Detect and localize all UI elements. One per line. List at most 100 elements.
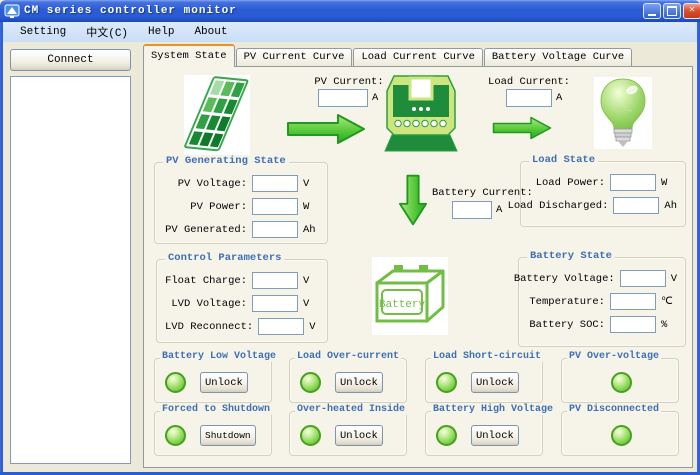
load-current-input[interactable]: [506, 89, 552, 107]
float-charge-label: Float Charge:: [165, 275, 247, 287]
battery-high-voltage-led-icon: [436, 425, 457, 446]
temperature-input[interactable]: [610, 293, 656, 310]
load-power-unit: W: [661, 177, 677, 189]
over-heated-inside-led-icon: [300, 425, 321, 446]
battery-current-input[interactable]: [452, 201, 492, 219]
pv-current-input[interactable]: [318, 89, 368, 107]
status-load-short-circuit: Load Short-circuit Unlock: [425, 358, 543, 403]
battery-current-label: Battery Current:: [432, 187, 542, 199]
maximize-icon: [667, 6, 677, 16]
lvd-reconnect-input[interactable]: [258, 318, 304, 335]
tab-system-state[interactable]: System State: [143, 44, 235, 67]
lvd-voltage-input[interactable]: [252, 295, 298, 312]
battery-soc-input[interactable]: [610, 316, 656, 333]
status-load-over-current: Load Over-current Unlock: [289, 358, 407, 403]
shutdown-button[interactable]: Shutdown: [200, 425, 256, 446]
light-bulb-icon: [594, 77, 652, 149]
tab-bar: System State PV Current Curve Load Curre…: [143, 46, 633, 67]
load-power-input[interactable]: [610, 174, 656, 191]
status-battery-low-voltage: Battery Low Voltage Unlock: [154, 358, 272, 403]
pv-power-label: PV Power:: [190, 201, 247, 213]
battery-low-voltage-led-icon: [165, 372, 186, 393]
menu-help[interactable]: Help: [139, 24, 183, 40]
menu-bar: Setting 中文(C) Help About: [3, 22, 697, 42]
pv-generated-input[interactable]: [252, 221, 298, 238]
status-forced-to-shutdown: Forced to Shutdown Shutdown: [154, 411, 272, 456]
over-heated-inside-title: Over-heated Inside: [295, 404, 407, 415]
battery-current-unit: A: [496, 204, 502, 216]
pv-current-unit: A: [372, 92, 378, 104]
load-power-label: Load Power:: [536, 177, 605, 189]
lvd-reconnect-label: LVD Reconnect:: [165, 321, 253, 333]
pv-generated-unit: Ah: [303, 224, 319, 236]
battery-state-title: Battery State: [527, 250, 615, 262]
connect-button[interactable]: Connect: [10, 49, 131, 71]
pv-disconnected-title: PV Disconnected: [567, 404, 661, 415]
battery-high-voltage-title: Battery High Voltage: [431, 404, 555, 415]
load-discharged-unit: Ah: [664, 200, 677, 212]
menu-about[interactable]: About: [185, 24, 236, 40]
load-discharged-input[interactable]: [613, 197, 659, 214]
battery-low-voltage-unlock-button[interactable]: Unlock: [200, 372, 248, 393]
over-heated-inside-unlock-button[interactable]: Unlock: [335, 425, 383, 446]
controller-icon: [384, 73, 458, 157]
load-over-current-unlock-button[interactable]: Unlock: [335, 372, 383, 393]
load-short-circuit-unlock-button[interactable]: Unlock: [471, 372, 519, 393]
status-over-heated-inside: Over-heated Inside Unlock: [289, 411, 407, 456]
tab-load-current-curve[interactable]: Load Current Curve: [353, 48, 482, 67]
window-border-left: [0, 22, 3, 475]
status-pv-disconnected: PV Disconnected: [561, 411, 679, 456]
system-state-panel: PV Current: A Load Current: A: [143, 66, 693, 468]
lvd-voltage-label: LVD Voltage:: [171, 298, 247, 310]
minimize-icon: [648, 14, 656, 16]
menu-language[interactable]: 中文(C): [77, 22, 137, 42]
controller-to-battery-arrow-icon: [398, 173, 428, 231]
controller-to-load-arrow-icon: [492, 113, 552, 147]
battery-soc-label: Battery SOC:: [529, 319, 605, 331]
tab-battery-voltage-curve[interactable]: Battery Voltage Curve: [484, 48, 632, 67]
forced-to-shutdown-title: Forced to Shutdown: [160, 404, 272, 415]
battery-soc-unit: %: [661, 319, 677, 331]
pv-over-voltage-led-icon: [611, 372, 632, 393]
pv-power-unit: W: [303, 201, 319, 213]
status-battery-high-voltage: Battery High Voltage Unlock: [425, 411, 543, 456]
pv-voltage-label: PV Voltage:: [178, 178, 247, 190]
float-charge-input[interactable]: [252, 272, 298, 289]
load-discharged-label: Load Discharged:: [508, 200, 609, 212]
load-state-group: Load State Load Power:W Load Discharged:…: [520, 161, 686, 227]
pv-to-controller-arrow-icon: [286, 112, 366, 150]
menu-setting[interactable]: Setting: [11, 24, 75, 40]
lvd-reconnect-unit: V: [309, 321, 319, 333]
battery-voltage-input[interactable]: [620, 270, 666, 287]
load-short-circuit-title: Load Short-circuit: [431, 351, 543, 362]
titlebar: CM series controller monitor ✕: [0, 0, 700, 22]
load-over-current-led-icon: [300, 372, 321, 393]
control-parameters-group: Control Parameters Float Charge:V LVD Vo…: [156, 259, 328, 343]
battery-icon-label: Battery: [379, 299, 426, 311]
device-list[interactable]: [10, 76, 131, 464]
load-state-title: Load State: [529, 154, 598, 166]
status-pv-over-voltage: PV Over-voltage: [561, 358, 679, 403]
close-button[interactable]: ✕: [683, 3, 700, 19]
pv-voltage-input[interactable]: [252, 175, 298, 192]
battery-high-voltage-unlock-button[interactable]: Unlock: [471, 425, 519, 446]
load-current-unit: A: [556, 92, 562, 104]
load-over-current-title: Load Over-current: [295, 351, 401, 362]
float-charge-unit: V: [303, 275, 319, 287]
pv-over-voltage-title: PV Over-voltage: [567, 351, 661, 362]
temperature-unit: ℃: [661, 295, 677, 308]
battery-icon: Battery: [372, 257, 448, 335]
pv-generating-state-title: PV Generating State: [163, 155, 289, 167]
pv-power-input[interactable]: [252, 198, 298, 215]
temperature-label: Temperature:: [529, 296, 605, 308]
app-window: CM series controller monitor ✕ Setting 中…: [0, 0, 700, 475]
solar-panel-icon: [184, 75, 250, 157]
battery-low-voltage-title: Battery Low Voltage: [160, 351, 278, 362]
window-title: CM series controller monitor: [24, 5, 237, 17]
minimize-button[interactable]: [643, 3, 661, 19]
pv-disconnected-led-icon: [611, 425, 632, 446]
app-icon: [4, 3, 20, 19]
maximize-button[interactable]: [663, 3, 681, 19]
forced-to-shutdown-led-icon: [165, 425, 186, 446]
tab-pv-current-curve[interactable]: PV Current Curve: [236, 48, 353, 67]
